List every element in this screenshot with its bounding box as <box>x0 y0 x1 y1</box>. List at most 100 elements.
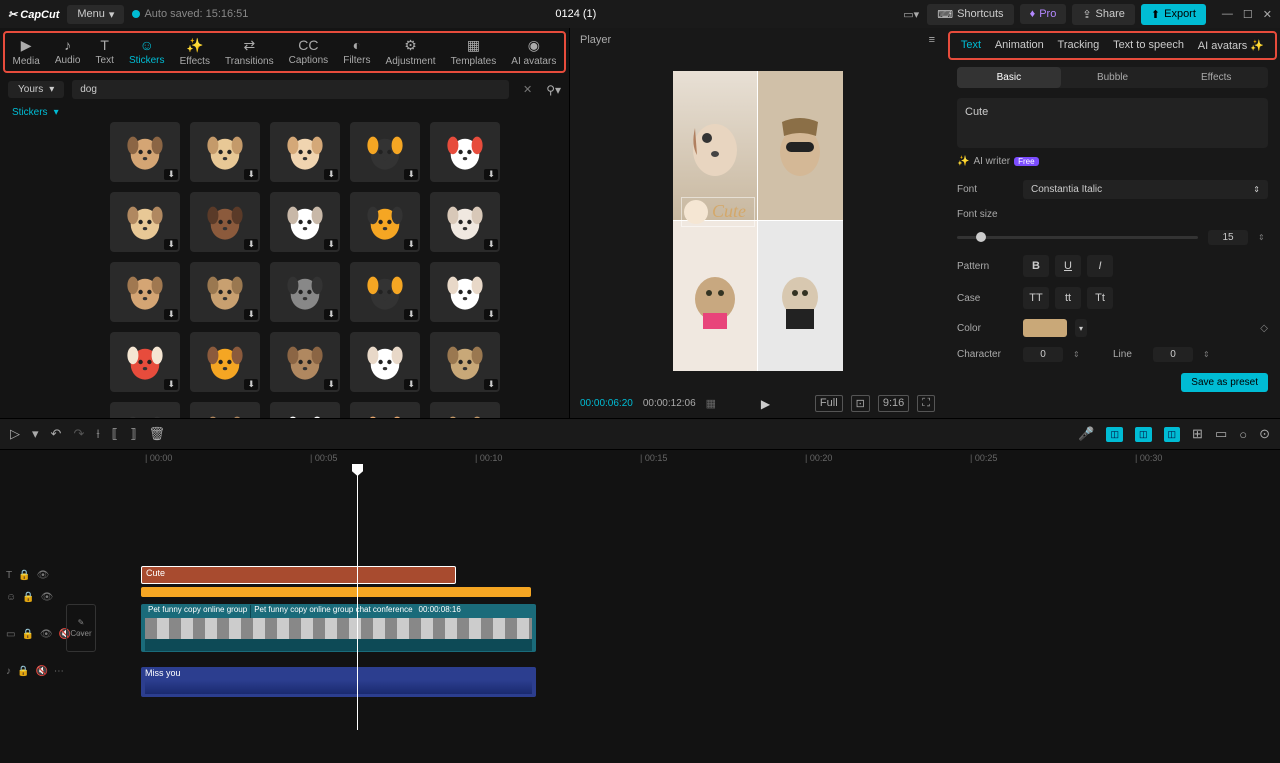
text-overlay[interactable]: Cute <box>681 197 755 227</box>
case-Tt-button[interactable]: Tt <box>1087 287 1113 309</box>
category-dropdown[interactable]: Stickers▾ <box>0 103 569 122</box>
color-dropdown[interactable]: ▾ <box>1075 319 1087 337</box>
filter-icon[interactable]: ⚲▾ <box>546 83 561 97</box>
audio-track-icon[interactable]: ♪ <box>6 666 11 677</box>
sticker-item[interactable]: ⬇ <box>110 192 180 252</box>
close-icon[interactable]: ✕ <box>1263 8 1272 21</box>
snap-icon[interactable]: ⊞ <box>1192 426 1203 442</box>
char-stepper[interactable]: ⇕ <box>1073 350 1083 359</box>
sticker-item[interactable]: ⬇ <box>190 262 260 322</box>
text-clip[interactable]: Cute <box>141 566 456 584</box>
download-icon[interactable]: ⬇ <box>324 379 338 390</box>
pro-button[interactable]: ♦ Pro <box>1020 4 1067 24</box>
sticker-item[interactable]: ⬇ <box>190 192 260 252</box>
lock-icon[interactable]: 🔒 <box>22 592 34 603</box>
preview-icon[interactable]: ▭ <box>1215 426 1227 442</box>
sticker-item[interactable]: ⬇ <box>350 332 420 392</box>
media-tab-stickers[interactable]: ☺Stickers <box>125 35 169 69</box>
sticker-item[interactable]: ⬇ <box>430 402 500 418</box>
sticker-item[interactable]: ⬇ <box>110 402 180 418</box>
audio-clip[interactable]: Miss you <box>141 667 536 697</box>
sticker-item[interactable]: ⬇ <box>430 262 500 322</box>
sticker-item[interactable]: ⬇ <box>190 122 260 182</box>
redo-icon[interactable]: ↷ <box>73 426 84 442</box>
select-tool-icon[interactable]: ▷ <box>10 426 20 442</box>
download-icon[interactable]: ⬇ <box>404 169 418 180</box>
inspector-tab-animation[interactable]: Animation <box>995 39 1044 52</box>
subtab-effects[interactable]: Effects <box>1164 67 1268 88</box>
playhead[interactable] <box>357 470 358 730</box>
subtab-basic[interactable]: Basic <box>957 67 1061 88</box>
clear-search-icon[interactable]: ✕ <box>517 83 538 96</box>
sticker-item[interactable]: ⬇ <box>430 122 500 182</box>
split-right-icon[interactable]: ⟧ <box>130 426 136 442</box>
color-swatch[interactable] <box>1023 319 1067 337</box>
size-stepper[interactable]: ⇕ <box>1258 233 1268 242</box>
font-size-slider[interactable] <box>957 236 1198 239</box>
media-tab-text[interactable]: TText <box>92 35 118 69</box>
share-button[interactable]: ⇪ Share <box>1072 4 1135 25</box>
download-icon[interactable]: ⬇ <box>484 379 498 390</box>
inspector-tab-text-to-speech[interactable]: Text to speech <box>1113 39 1184 52</box>
download-icon[interactable]: ⬇ <box>244 169 258 180</box>
menu-button[interactable]: Menu ▾ <box>67 5 124 24</box>
split-icon[interactable]: ⟊ <box>96 426 99 442</box>
delete-icon[interactable]: 🗑 <box>149 426 166 442</box>
eye-icon[interactable]: 👁 <box>41 592 54 603</box>
sticker-item[interactable]: ⬇ <box>430 332 500 392</box>
download-icon[interactable]: ⬇ <box>404 309 418 320</box>
mode-toggle-icon[interactable]: ▾ <box>32 426 39 442</box>
line-input[interactable] <box>1153 347 1193 362</box>
split-left-icon[interactable]: ⟦ <box>112 426 118 442</box>
ai-writer-button[interactable]: ✨ AI writer Free <box>957 156 1268 167</box>
sticker-item[interactable]: ⬇ <box>270 122 340 182</box>
full-icon[interactable]: Full <box>815 395 843 412</box>
yours-dropdown[interactable]: Yours▾ <box>8 81 64 98</box>
media-tab-audio[interactable]: ♪Audio <box>51 35 85 69</box>
lock-icon[interactable]: 🔒 <box>18 570 30 581</box>
sticker-item[interactable]: ⬇ <box>430 192 500 252</box>
media-tab-captions[interactable]: CCCaptions <box>285 35 332 69</box>
grid-view-icon[interactable]: ▦ <box>706 397 716 410</box>
sticker-item[interactable]: ⬇ <box>110 122 180 182</box>
subtab-bubble[interactable]: Bubble <box>1061 67 1165 88</box>
media-tab-adjustment[interactable]: ⚙Adjustment <box>382 35 440 69</box>
magnet-1-icon[interactable]: ◫ <box>1106 427 1123 442</box>
download-icon[interactable]: ⬇ <box>484 239 498 250</box>
layout-icon[interactable]: ▭▾ <box>903 8 919 21</box>
undo-icon[interactable]: ↶ <box>51 426 62 442</box>
media-tab-transitions[interactable]: ⇄Transitions <box>221 35 278 69</box>
font-select[interactable]: Constantia Italic⇕ <box>1023 180 1268 199</box>
magnet-3-icon[interactable]: ◫ <box>1164 427 1181 442</box>
lock-icon[interactable]: 🔒 <box>21 629 33 640</box>
download-icon[interactable]: ⬇ <box>484 309 498 320</box>
sticker-item[interactable]: ⬇ <box>270 332 340 392</box>
case-tt-button[interactable]: tt <box>1055 287 1081 309</box>
zoom-out-icon[interactable]: ○ <box>1239 427 1247 442</box>
sticker-clip[interactable] <box>141 587 531 597</box>
media-tab-filters[interactable]: ◐Filters <box>339 35 374 69</box>
lock-icon[interactable]: 🔒 <box>17 666 29 677</box>
sticker-item[interactable]: ⬇ <box>270 262 340 322</box>
sticker-item[interactable]: ⬇ <box>270 192 340 252</box>
sticker-item[interactable]: ⬇ <box>350 402 420 418</box>
download-icon[interactable]: ⬇ <box>244 239 258 250</box>
inspector-tab-tracking[interactable]: Tracking <box>1058 39 1100 52</box>
pattern-i-button[interactable]: I <box>1087 255 1113 277</box>
sticker-track-icon[interactable]: ☺ <box>6 592 16 603</box>
player-canvas[interactable]: Cute <box>570 52 945 389</box>
media-tab-media[interactable]: ▶Media <box>9 35 44 69</box>
shortcuts-button[interactable]: ⌨ Shortcuts <box>927 4 1013 25</box>
video-clip[interactable]: Pet funny copy online groupPet funny cop… <box>141 604 536 652</box>
save-preset-button[interactable]: Save as preset <box>1181 373 1268 392</box>
inspector-tab-text[interactable]: Text <box>961 39 981 52</box>
sticker-item[interactable]: ⬇ <box>110 332 180 392</box>
download-icon[interactable]: ⬇ <box>404 379 418 390</box>
download-icon[interactable]: ⬇ <box>164 379 178 390</box>
cover-button[interactable]: ✎Cover <box>66 604 96 652</box>
text-content-input[interactable]: Cute <box>957 98 1268 148</box>
ratio-icon[interactable]: 9:16 <box>878 395 909 412</box>
eye-icon[interactable]: 👁 <box>40 629 53 640</box>
download-icon[interactable]: ⬇ <box>164 309 178 320</box>
mic-icon[interactable]: 🎤 <box>1078 426 1094 442</box>
